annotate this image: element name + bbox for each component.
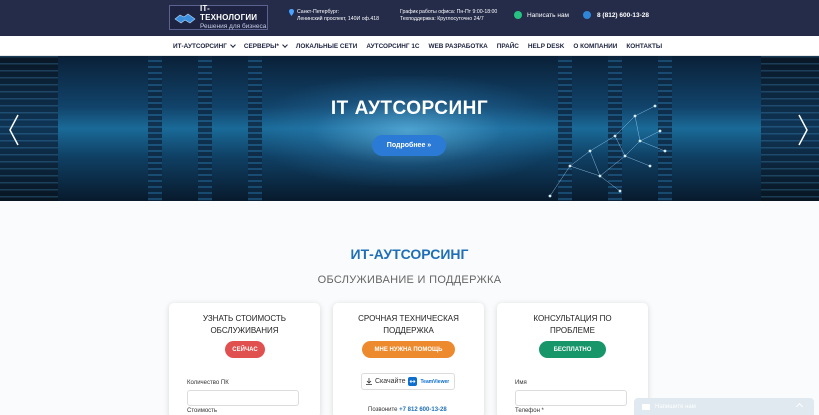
cost-now-button[interactable]: СЕЙЧАС — [225, 341, 265, 358]
map-pin-icon — [289, 9, 294, 16]
nav-item-label: ИТ-АУТСОРСИНГ — [173, 42, 227, 50]
logo-title: IT-ТЕХНОЛОГИИ — [200, 4, 258, 22]
chat-widget[interactable]: Напишите нам — [634, 398, 814, 415]
urgent-support-card: СРОЧНАЯ ТЕХНИЧЕСКАЯ ПОДДЕРЖКА МНЕ НУЖНА … — [333, 303, 484, 415]
teamviewer-download-link[interactable]: Скачайте TeamViewer — [361, 373, 455, 390]
support-hours: Техподдержка: Круглосуточно 24/7 — [400, 16, 484, 22]
hero-title: IT АУТСОРСИНГ — [330, 98, 489, 119]
site-logo[interactable]: IT-ТЕХНОЛОГИИ Решения для бизнеса — [169, 4, 268, 30]
hero-next-slide-preview — [761, 56, 819, 201]
consultation-card: КОНСУЛЬТАЦИЯ ПО ПРОБЛЕМЕ БЕСПЛАТНО Имя Т… — [497, 303, 648, 415]
nav-item-5[interactable]: ПРАЙС — [497, 43, 519, 50]
nav-item-label: HELP DESK — [527, 42, 565, 50]
section-subtitle: ОБСЛУЖИВАНИЕ И ПОДДЕРЖКА — [317, 274, 502, 286]
office-address: Санкт-Петербург: Ленинский проспект, 140… — [289, 9, 379, 23]
phone-icon — [583, 11, 591, 19]
chevron-down-icon — [230, 42, 236, 48]
section-title: ИТ-АУТСОРСИНГ — [350, 246, 469, 262]
teamviewer-label: TeamViewer — [420, 378, 450, 385]
need-help-button[interactable]: МНЕ НУЖНА ПОМОЩЬ — [362, 341, 455, 358]
address-street: Ленинский проспект, 140И оф.418 — [297, 16, 379, 22]
chat-bubble-icon — [642, 403, 650, 410]
consult-card-title-line1: КОНСУЛЬТАЦИЯ ПО — [533, 314, 612, 323]
cost-label: Стоимость — [187, 408, 218, 414]
nav-item-label: СЕРВЕРЫ* — [243, 42, 279, 50]
cost-card: УЗНАТЬ СТОИМОСТЬ ОБСЛУЖИВАНИЯ СЕЙЧАС Кол… — [169, 303, 320, 415]
consult-card-title: КОНСУЛЬТАЦИЯ ПО ПРОБЛЕМЕ — [497, 313, 648, 337]
nav-item-2[interactable]: ЛОКАЛЬНЫЕ СЕТИ — [296, 43, 357, 50]
nav-item-3[interactable]: АУТСОРСИНГ 1С — [366, 43, 419, 50]
working-hours: График работы офиса: Пн-Пт 9:00-18:00 Те… — [400, 9, 497, 23]
nav-item-label: ЛОКАЛЬНЫЕ СЕТИ — [295, 42, 358, 50]
nav-item-1[interactable]: СЕРВЕРЫ* — [243, 42, 288, 50]
hero-banner: IT АУТСОРСИНГ Подробнее » — [0, 56, 819, 201]
main-nav: ИТ-АУТСОРСИНГ СЕРВЕРЫ* ЛОКАЛЬНЫЕ СЕТИ АУТСО… — [0, 36, 819, 56]
office-hours: График работы офиса: Пн-Пт 9:00-18:00 — [400, 9, 498, 15]
name-input[interactable] — [515, 390, 627, 406]
handshake-icon — [174, 11, 196, 25]
hero-more-button[interactable]: Подробнее » — [372, 135, 446, 156]
consult-card-title-line2: ПРОБЛЕМЕ — [550, 326, 595, 335]
nav-item-8[interactable]: КОНТАКТЫ — [626, 43, 662, 50]
call-us-text: Позвоните +7 812 600-13-28 — [368, 407, 447, 413]
nav-item-label: АУТСОРСИНГ 1С — [366, 42, 420, 50]
pc-count-label: Количество ПК — [187, 380, 229, 386]
nav-item-label: WEB РАЗРАБОТКА — [428, 42, 488, 50]
download-icon — [366, 378, 372, 385]
call-phone-link[interactable]: +7 812 600-13-28 — [399, 407, 447, 413]
phone-number: 8 (812) 600-13-28 — [597, 11, 650, 19]
cost-card-title-line1: УЗНАТЬ СТОИМОСТЬ — [202, 314, 287, 323]
chevron-down-icon — [282, 42, 288, 48]
phone-link[interactable]: 8 (812) 600-13-28 — [583, 11, 649, 19]
call-prefix: Позвоните — [368, 407, 398, 413]
nav-items: ИТ-АУТСОРСИНГ СЕРВЕРЫ* ЛОКАЛЬНЫЕ СЕТИ АУТСО… — [173, 36, 671, 56]
name-label: Имя — [515, 380, 527, 386]
teamviewer-logo-icon — [408, 377, 418, 386]
phone-label: Телефон * — [515, 408, 544, 414]
logo-subtitle: Решения для бизнеса — [200, 23, 267, 30]
chevron-up-icon — [795, 402, 804, 411]
cost-card-title-line2: ОБСЛУЖИВАНИЯ — [210, 326, 279, 335]
download-label: Скачайте — [375, 378, 406, 385]
address-city: Санкт-Петербург: — [297, 9, 340, 15]
nav-item-label: О КОМПАНИИ — [573, 42, 618, 50]
whatsapp-icon — [514, 11, 522, 19]
nav-item-4[interactable]: WEB РАЗРАБОТКА — [428, 43, 487, 50]
urgent-card-title: СРОЧНАЯ ТЕХНИЧЕСКАЯ ПОДДЕРЖКА — [333, 313, 484, 337]
free-consult-button[interactable]: БЕСПЛАТНО — [539, 341, 606, 358]
nav-item-label: КОНТАКТЫ — [626, 42, 663, 50]
nav-item-7[interactable]: О КОМПАНИИ — [573, 43, 617, 50]
chat-label: Напишите нам — [655, 403, 696, 410]
urgent-card-title-line1: СРОЧНАЯ ТЕХНИЧЕСКАЯ — [358, 314, 459, 323]
top-bar: IT-ТЕХНОЛОГИИ Решения для бизнеса Санкт-… — [0, 0, 819, 36]
nav-item-label: ПРАЙС — [496, 42, 519, 50]
pc-count-input[interactable] — [187, 390, 299, 406]
write-us-label: Написать нам — [527, 11, 570, 19]
urgent-card-title-line2: ПОДДЕРЖКА — [383, 326, 434, 335]
nav-item-0[interactable]: ИТ-АУТСОРСИНГ — [173, 42, 236, 50]
cost-card-title: УЗНАТЬ СТОИМОСТЬ ОБСЛУЖИВАНИЯ — [169, 313, 320, 337]
nav-item-6[interactable]: HELP DESK — [528, 43, 564, 50]
write-us-link[interactable]: Написать нам — [514, 11, 569, 19]
